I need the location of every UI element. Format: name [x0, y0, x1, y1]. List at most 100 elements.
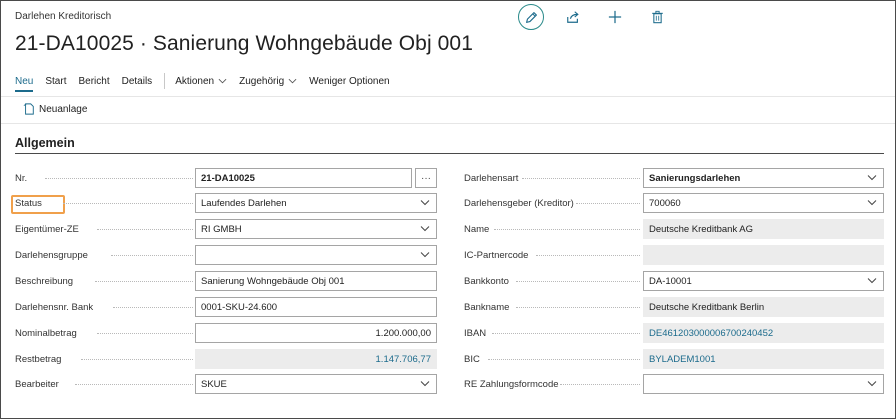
- edit-icon: [525, 11, 537, 23]
- assist-edit-button[interactable]: ···: [415, 168, 437, 188]
- new-record-label: Neuanlage: [39, 103, 88, 115]
- share-icon: [567, 11, 579, 23]
- chevron-down-icon: [420, 226, 430, 232]
- field-label: Darlehensgruppe: [15, 249, 88, 261]
- beschreibung-input[interactable]: Sanierung Wohngebäude Obj 001: [195, 271, 437, 291]
- divider: [1, 123, 895, 124]
- section-divider: [15, 153, 884, 154]
- app-window: Darlehen Kreditorisch 21-DA10025 · Sanie…: [0, 0, 896, 419]
- field-label: BIC: [464, 353, 480, 365]
- bearbeiter-select[interactable]: SKUE: [195, 374, 437, 394]
- new-record-button[interactable]: Neuanlage: [23, 103, 87, 115]
- field-label: RE Zahlungsformcode: [464, 378, 559, 390]
- field-bankname: Bankname Deutsche Kreditbank Berlin: [464, 297, 884, 317]
- field-label: Bearbeiter: [15, 378, 59, 390]
- name-value: Deutsche Kreditbank AG: [643, 219, 884, 239]
- new-document-icon: [23, 103, 34, 115]
- label-leader: [488, 359, 640, 360]
- label-leader: [560, 384, 640, 385]
- bankname-value: Deutsche Kreditbank Berlin: [643, 297, 884, 317]
- chevron-down-icon: [867, 200, 877, 206]
- field-iban: IBAN DE461203000006700240452: [464, 323, 884, 343]
- field-bearbeiter: Bearbeiter SKUE: [15, 374, 437, 394]
- delete-icon: [651, 10, 663, 24]
- ic-partnercode-value: [643, 245, 884, 265]
- field-label: IBAN: [464, 327, 487, 339]
- label-leader: [492, 333, 640, 334]
- field-darlehensart: Darlehensart Sanierungsdarlehen: [464, 168, 884, 188]
- tab-start[interactable]: Start: [45, 76, 66, 87]
- field-label: Darlehensart: [464, 172, 519, 184]
- darlehensart-select[interactable]: Sanierungsdarlehen: [643, 168, 884, 188]
- label-leader: [113, 307, 193, 308]
- tab-neu[interactable]: Neu: [15, 76, 34, 92]
- darlehensgruppe-select[interactable]: [195, 245, 437, 265]
- label-leader: [516, 307, 640, 308]
- divider: [1, 96, 895, 97]
- field-label: Darlehensgeber (Kreditor): [464, 197, 574, 209]
- status-value: Laufendes Darlehen: [201, 197, 287, 209]
- field-bic: BIC BYLADEM1001: [464, 349, 884, 369]
- eigentuemer-value: RI GMBH: [201, 223, 242, 235]
- nr-input[interactable]: 21-DA10025: [195, 168, 412, 188]
- label-leader: [522, 178, 640, 179]
- field-ic-partnercode: IC-Partnercode: [464, 245, 884, 265]
- menu-aktionen[interactable]: Aktionen: [175, 76, 227, 87]
- field-darlehensgruppe: Darlehensgruppe: [15, 245, 437, 265]
- nominalbetrag-input[interactable]: 1.200.000,00: [195, 323, 437, 343]
- field-darlehensnr-bank: Darlehensnr. Bank 0001-SKU-24.600: [15, 297, 437, 317]
- re-zahlungsformcode-select[interactable]: [643, 374, 884, 394]
- field-re-zahlungsformcode: RE Zahlungsformcode: [464, 374, 884, 394]
- tab-bericht[interactable]: Bericht: [78, 76, 109, 87]
- field-label: Bankname: [464, 301, 510, 313]
- chevron-down-icon: [867, 278, 877, 284]
- chevron-down-icon: [867, 381, 877, 387]
- delete-button[interactable]: [648, 8, 666, 26]
- label-leader: [494, 229, 640, 230]
- bankkonto-value: DA-10001: [649, 275, 692, 287]
- share-button[interactable]: [564, 8, 582, 26]
- darlehensnr-bank-input[interactable]: 0001-SKU-24.600: [195, 297, 437, 317]
- label-leader: [97, 333, 193, 334]
- fewer-options-link[interactable]: Weniger Optionen: [309, 76, 389, 87]
- darlehensart-value: Sanierungsdarlehen: [649, 172, 741, 184]
- field-nominalbetrag: Nominalbetrag 1.200.000,00: [15, 323, 437, 343]
- label-leader: [516, 281, 640, 282]
- menu-aktionen-label: Aktionen: [175, 75, 215, 87]
- label-leader: [576, 203, 640, 204]
- page-title: 21-DA10025 · Sanierung Wohngebäude Obj 0…: [15, 32, 473, 55]
- field-restbetrag: Restbetrag 1.147.706,77: [15, 349, 437, 369]
- bankkonto-select[interactable]: DA-10001: [643, 271, 884, 291]
- field-label: Beschreibung: [15, 275, 74, 287]
- field-name: Name Deutsche Kreditbank AG: [464, 219, 884, 239]
- label-leader: [111, 255, 193, 256]
- iban-value[interactable]: DE461203000006700240452: [643, 323, 884, 343]
- add-button[interactable]: [606, 8, 624, 26]
- field-label: Nr.: [15, 172, 28, 184]
- field-label: Eigentümer-ZE: [15, 223, 79, 235]
- field-darlehensgeber: Darlehensgeber (Kreditor) 700060: [464, 193, 884, 213]
- field-beschreibung: Beschreibung Sanierung Wohngebäude Obj 0…: [15, 271, 437, 291]
- edit-button[interactable]: [518, 4, 544, 30]
- tab-details[interactable]: Details: [122, 76, 153, 87]
- menu-zugehoerig[interactable]: Zugehörig: [239, 76, 297, 87]
- field-label: IC-Partnercode: [464, 249, 529, 261]
- restbetrag-value[interactable]: 1.147.706,77: [195, 349, 437, 369]
- label-leader: [75, 384, 193, 385]
- field-eigentuemer: Eigentümer-ZE RI GMBH: [15, 219, 437, 239]
- field-bankkonto: Bankkonto DA-10001: [464, 271, 884, 291]
- add-icon: [608, 10, 622, 24]
- section-title: Allgemein: [15, 136, 75, 150]
- chevron-down-icon: [420, 381, 430, 387]
- field-label: Status: [15, 197, 42, 209]
- bic-value[interactable]: BYLADEM1001: [643, 349, 884, 369]
- field-label: Name: [464, 223, 490, 235]
- darlehensgeber-select[interactable]: 700060: [643, 193, 884, 213]
- label-leader: [81, 359, 193, 360]
- status-select[interactable]: Laufendes Darlehen: [195, 193, 437, 213]
- chevron-down-icon: [420, 200, 430, 206]
- label-leader: [536, 255, 640, 256]
- eigentuemer-select[interactable]: RI GMBH: [195, 219, 437, 239]
- label-leader: [45, 178, 193, 179]
- field-status: Status Laufendes Darlehen: [15, 193, 437, 213]
